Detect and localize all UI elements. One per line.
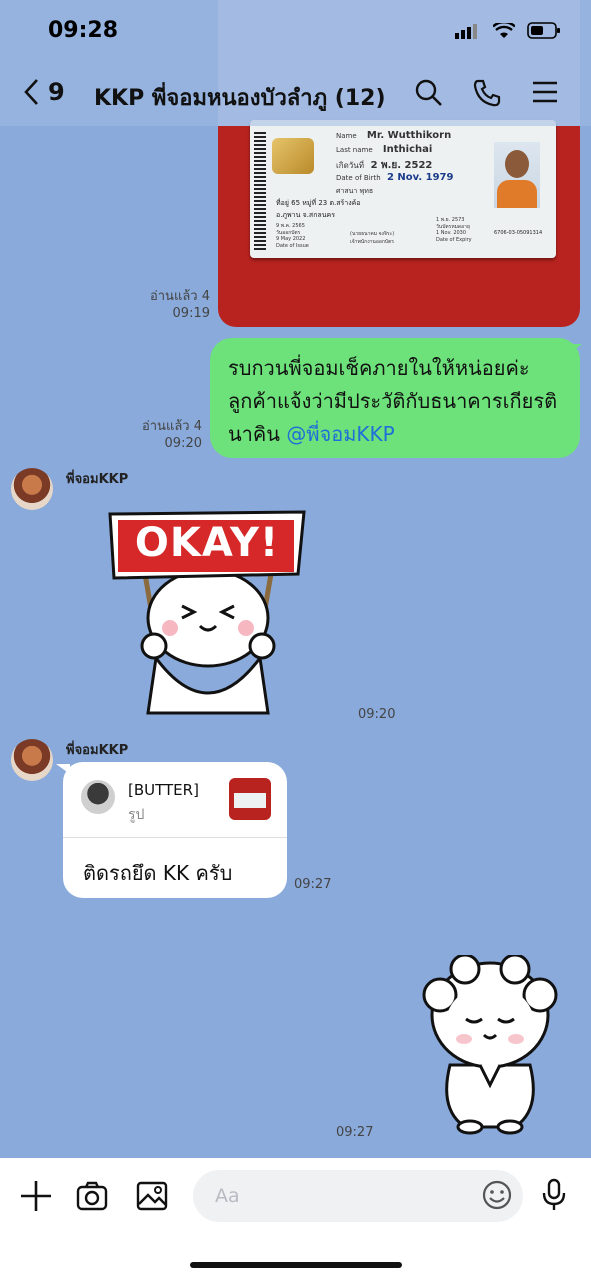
mention-link[interactable]: @พี่จอมKKP	[286, 422, 394, 446]
camera-button[interactable]	[76, 1180, 108, 1216]
sender-name: พี่จอมKKP	[66, 743, 129, 758]
plus-icon	[21, 1181, 51, 1211]
card-portrait	[494, 142, 540, 208]
quoted-message[interactable]: [BUTTER] รูป	[63, 762, 287, 838]
id-card-image: Name Mr. Wutthikorn Last name Inthichai …	[250, 120, 556, 258]
message-text: ติดรถยึด KK ครับ	[83, 861, 233, 885]
menu-button[interactable]	[532, 78, 558, 110]
reply-message-bubble[interactable]: [BUTTER] รูป ติดรถยึด KK ครับ	[63, 762, 287, 898]
sender-name: พี่จอมKKP	[66, 472, 129, 487]
image-icon	[136, 1181, 168, 1211]
card-serial: 6706-03-05091314	[494, 230, 543, 236]
phone-icon	[473, 79, 501, 107]
camera-icon	[76, 1181, 108, 1211]
barcode-graphic	[254, 130, 266, 250]
battery-icon	[527, 22, 560, 39]
quoted-avatar	[81, 780, 115, 814]
signal-icon	[455, 23, 477, 39]
text-meta: อ่านแล้ว 4 09:20	[130, 418, 202, 452]
search-button[interactable]	[414, 78, 444, 112]
message-time: 09:19	[172, 306, 210, 321]
chevron-left-icon	[24, 79, 38, 105]
card-expiry-label: Date of Expiry	[436, 237, 472, 243]
card-expiry: 1 Nov. 2030	[436, 230, 467, 236]
voice-button[interactable]	[542, 1178, 566, 1216]
call-button[interactable]	[472, 78, 502, 112]
sheep-sticker-icon	[422, 953, 558, 1135]
card-lastname: Inthichai	[382, 144, 433, 155]
bubble-tail	[568, 344, 582, 354]
emoji-button[interactable]	[482, 1180, 512, 1214]
add-button[interactable]	[20, 1180, 52, 1216]
dob-th-label: เกิดวันที่	[336, 161, 365, 170]
search-icon	[415, 79, 442, 106]
message-input-placeholder: Aa	[215, 1185, 240, 1207]
card-issue-label: Date of Issue	[276, 243, 309, 249]
card-name: Mr. Wutthikorn	[366, 130, 452, 141]
message-time: 09:20	[358, 707, 396, 722]
unread-count: 9	[48, 78, 65, 106]
card-issue: 9 May 2022	[276, 236, 306, 242]
card-dob: 2 Nov. 1979	[386, 172, 454, 183]
status-icons	[455, 22, 561, 39]
avatar[interactable]	[11, 468, 53, 510]
card-dob-th: 2 พ.ย. 2522	[370, 160, 433, 171]
quoted-thumbnail	[229, 778, 271, 820]
okay-sticker[interactable]: OKAY!	[108, 508, 306, 718]
quoted-type: รูป	[128, 807, 145, 823]
message-input[interactable]	[193, 1170, 523, 1222]
quoted-sender: [BUTTER]	[128, 781, 199, 799]
sheep-sticker[interactable]	[420, 953, 560, 1135]
photo-meta: อ่านแล้ว 4 09:19	[138, 288, 210, 322]
read-receipt: อ่านแล้ว 4	[141, 419, 202, 434]
mic-icon	[542, 1178, 566, 1210]
dob-label: Date of Birth	[336, 174, 381, 182]
avatar[interactable]	[11, 739, 53, 781]
read-receipt: อ่านแล้ว 4	[149, 289, 210, 304]
chat-title[interactable]: KKP พี่จอมหนองบัวลำภู (12)	[94, 80, 386, 115]
card-religion: ศาสนา พุทธ	[336, 187, 374, 195]
emoji-icon	[482, 1180, 512, 1210]
sticker-sign-text: OKAY!	[134, 520, 280, 566]
menu-icon	[533, 81, 557, 103]
chip-graphic	[272, 138, 314, 174]
card-officer-title: เจ้าพนักงานออกบัตร	[350, 239, 394, 245]
message-time: 09:20	[164, 436, 202, 451]
card-address2: อ.ภูพาน จ.สกลนคร	[276, 211, 335, 219]
name-label: Name	[336, 132, 357, 140]
lastname-label: Last name	[336, 146, 373, 154]
wifi-icon	[493, 22, 515, 38]
card-address: ที่อยู่ 65 หมู่ที่ 23 ต.สร้างค้อ	[276, 199, 361, 207]
status-time: 09:28	[48, 18, 119, 43]
home-indicator	[190, 1262, 402, 1268]
message-time: 09:27	[336, 1125, 374, 1140]
gallery-button[interactable]	[136, 1180, 168, 1216]
message-time: 09:27	[294, 877, 332, 892]
my-message-bubble[interactable]: รบกวนพี่จอมเช็คภายในให้หน่อยค่ะ ลูกค้าแจ…	[210, 338, 580, 458]
card-officer: (นายธนาคม จงจิระ)	[350, 231, 395, 237]
back-button[interactable]: 9	[22, 78, 65, 106]
